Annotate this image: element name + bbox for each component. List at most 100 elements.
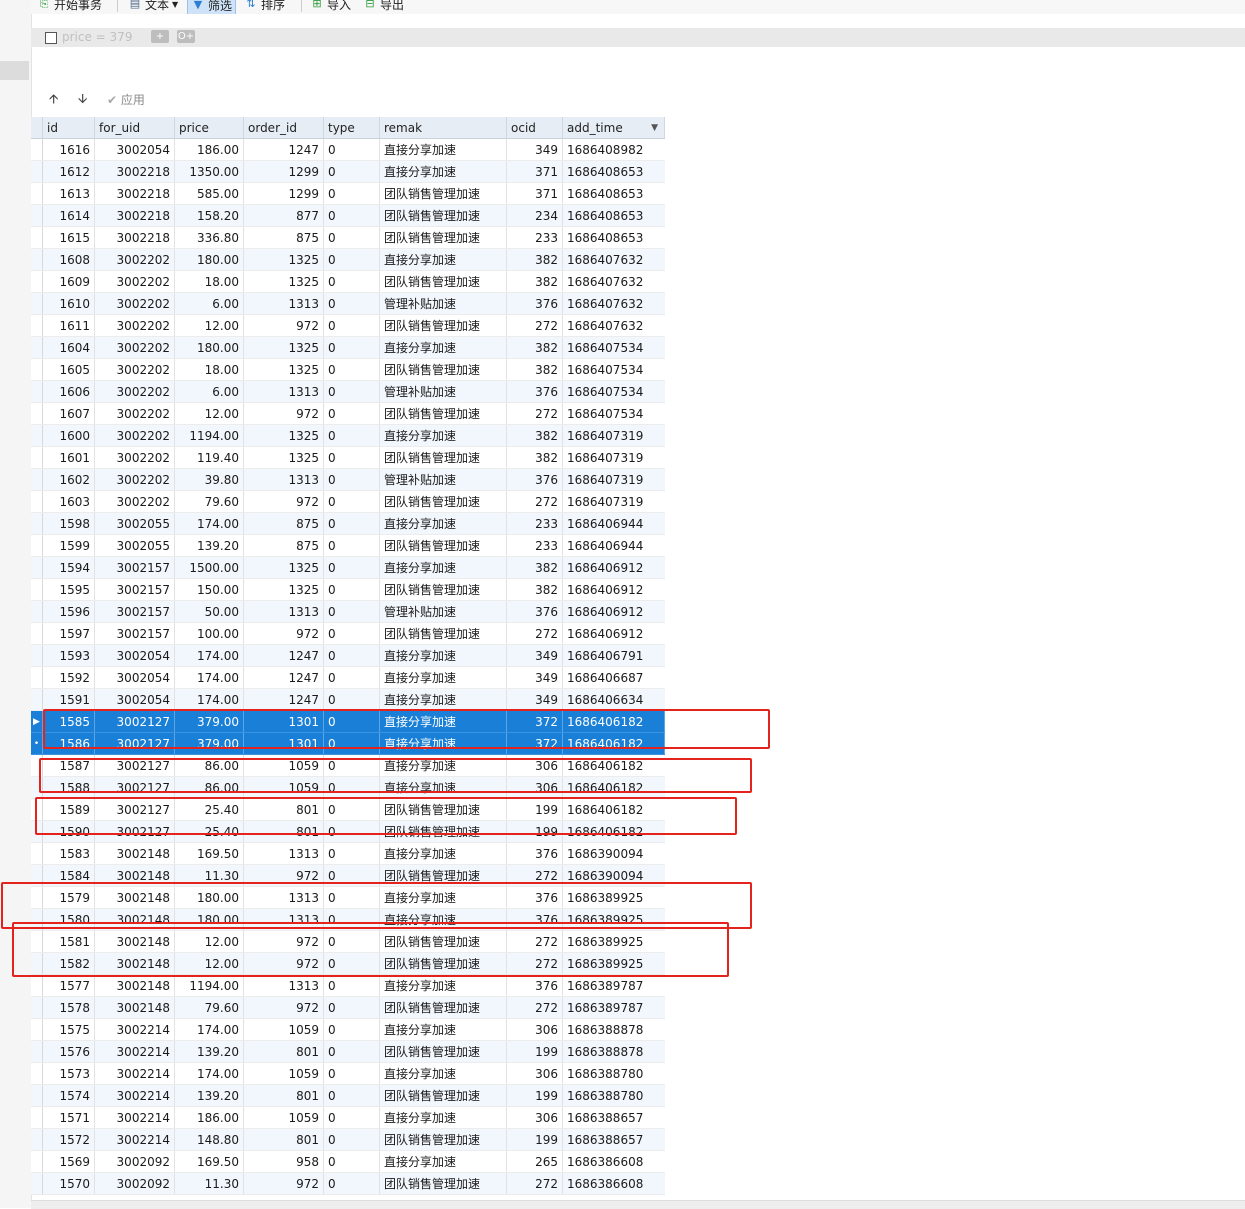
table-row[interactable]: 1570 3002092 11.30 972 0 团队销售管理加速 272 168638660… [31,1173,665,1195]
begin-transaction-button[interactable]: ⎘ 开始事务 [37,0,102,13]
cell-price[interactable]: 186.00 [175,1107,244,1128]
cell-ocid[interactable]: 272 [507,1173,563,1194]
table-row[interactable]: 1583 3002148 169.50 1313 0 直接分享加速 376 168639009… [31,843,665,865]
left-panel-tab[interactable] [0,61,29,80]
table-row[interactable]: 1599 3002055 139.20 875 0 团队销售管理加速 233 16864069… [31,535,665,557]
row-indicator[interactable] [31,535,43,556]
cell-id[interactable]: 1611 [43,315,95,336]
cell-price[interactable]: 1500.00 [175,557,244,578]
cell-price[interactable]: 139.20 [175,1041,244,1062]
cell-id[interactable]: 1591 [43,689,95,710]
cell-order-id[interactable]: 972 [244,997,324,1018]
cell-for-uid[interactable]: 3002148 [95,843,175,864]
cell-add-time[interactable]: 1686386608 [563,1151,665,1172]
cell-type[interactable]: 0 [324,139,380,160]
row-indicator[interactable] [31,403,43,424]
row-indicator[interactable] [31,205,43,226]
row-indicator[interactable] [31,161,43,182]
cell-ocid[interactable]: 306 [507,1107,563,1128]
row-indicator[interactable] [31,425,43,446]
cell-order-id[interactable]: 972 [244,491,324,512]
cell-type[interactable]: 0 [324,249,380,270]
cell-for-uid[interactable]: 3002055 [95,513,175,534]
arrow-down-icon[interactable]: 🡫 [78,90,87,112]
cell-order-id[interactable]: 1247 [244,689,324,710]
table-row[interactable]: 1611 3002202 12.00 972 0 团队销售管理加速 272 168640763… [31,315,665,337]
cell-id[interactable]: 1592 [43,667,95,688]
cell-ocid[interactable]: 382 [507,249,563,270]
cell-for-uid[interactable]: 3002202 [95,337,175,358]
cell-id[interactable]: 1610 [43,293,95,314]
cell-order-id[interactable]: 875 [244,513,324,534]
cell-price[interactable]: 12.00 [175,403,244,424]
cell-price[interactable]: 174.00 [175,645,244,666]
cell-remak[interactable]: 直接分享加速 [380,843,507,864]
cell-price[interactable]: 585.00 [175,183,244,204]
table-row[interactable]: 1569 3002092 169.50 958 0 直接分享加速 265 1686386608 [31,1151,665,1173]
cell-add-time[interactable]: 1686406912 [563,557,665,578]
cell-type[interactable]: 0 [324,1129,380,1150]
cell-add-time[interactable]: 1686408653 [563,227,665,248]
cell-price[interactable]: 180.00 [175,337,244,358]
table-row[interactable]: 1602 3002202 39.80 1313 0 管理补贴加速 376 1686407319 [31,469,665,491]
cell-add-time[interactable]: 1686386608 [563,1173,665,1194]
cell-type[interactable]: 0 [324,601,380,622]
cell-type[interactable]: 0 [324,293,380,314]
cell-order-id[interactable]: 801 [244,1129,324,1150]
cell-id[interactable]: 1597 [43,623,95,644]
cell-type[interactable]: 0 [324,205,380,226]
cell-add-time[interactable]: 1686407534 [563,337,665,358]
table-row[interactable]: 1607 3002202 12.00 972 0 团队销售管理加速 272 168640753… [31,403,665,425]
cell-type[interactable]: 0 [324,667,380,688]
cell-remak[interactable]: 团队销售管理加速 [380,271,507,292]
cell-type[interactable]: 0 [324,491,380,512]
cell-id[interactable]: 1616 [43,139,95,160]
column-header-price[interactable]: price [175,117,244,138]
cell-for-uid[interactable]: 3002202 [95,315,175,336]
cell-type[interactable]: 0 [324,513,380,534]
cell-type[interactable]: 0 [324,1041,380,1062]
cell-for-uid[interactable]: 3002202 [95,425,175,446]
cell-for-uid[interactable]: 3002148 [95,975,175,996]
table-row[interactable]: 1606 3002202 6.00 1313 0 管理补贴加速 376 1686407534 [31,381,665,403]
cell-for-uid[interactable]: 3002218 [95,183,175,204]
cell-order-id[interactable]: 1313 [244,381,324,402]
cell-remak[interactable]: 直接分享加速 [380,161,507,182]
cell-order-id[interactable]: 801 [244,1085,324,1106]
cell-for-uid[interactable]: 3002202 [95,469,175,490]
table-row[interactable]: 1576 3002214 139.20 801 0 团队销售管理加速 199 16863888… [31,1041,665,1063]
cell-price[interactable]: 174.00 [175,513,244,534]
cell-add-time[interactable]: 1686408653 [563,183,665,204]
cell-id[interactable]: 1612 [43,161,95,182]
cell-for-uid[interactable]: 3002157 [95,579,175,600]
cell-order-id[interactable]: 1325 [244,359,324,380]
cell-add-time[interactable]: 1686390094 [563,843,665,864]
cell-ocid[interactable]: 265 [507,1151,563,1172]
row-indicator[interactable] [31,1085,43,1106]
cell-order-id[interactable]: 1247 [244,645,324,666]
cell-add-time[interactable]: 1686407632 [563,315,665,336]
table-row[interactable]: 1594 3002157 1500.00 1325 0 直接分享加速 382 16864069… [31,557,665,579]
cell-add-time[interactable]: 1686406634 [563,689,665,710]
filter-button[interactable]: ▼ 筛选 [187,0,237,14]
cell-remak[interactable]: 团队销售管理加速 [380,623,507,644]
cell-id[interactable]: 1603 [43,491,95,512]
cell-id[interactable]: 1602 [43,469,95,490]
table-row[interactable]: 1598 3002055 174.00 875 0 直接分享加速 233 1686406944 [31,513,665,535]
cell-order-id[interactable]: 958 [244,1151,324,1172]
cell-id[interactable]: 1570 [43,1173,95,1194]
cell-ocid[interactable]: 306 [507,1063,563,1084]
cell-ocid[interactable]: 233 [507,535,563,556]
cell-order-id[interactable]: 1325 [244,557,324,578]
cell-for-uid[interactable]: 3002218 [95,227,175,248]
cell-for-uid[interactable]: 3002148 [95,997,175,1018]
cell-id[interactable]: 1615 [43,227,95,248]
cell-for-uid[interactable]: 3002214 [95,1085,175,1106]
cell-remak[interactable]: 管理补贴加速 [380,293,507,314]
row-indicator[interactable] [31,227,43,248]
cell-id[interactable]: 1583 [43,843,95,864]
cell-order-id[interactable]: 1299 [244,183,324,204]
cell-remak[interactable]: 团队销售管理加速 [380,579,507,600]
row-indicator[interactable] [31,1041,43,1062]
cell-type[interactable]: 0 [324,623,380,644]
